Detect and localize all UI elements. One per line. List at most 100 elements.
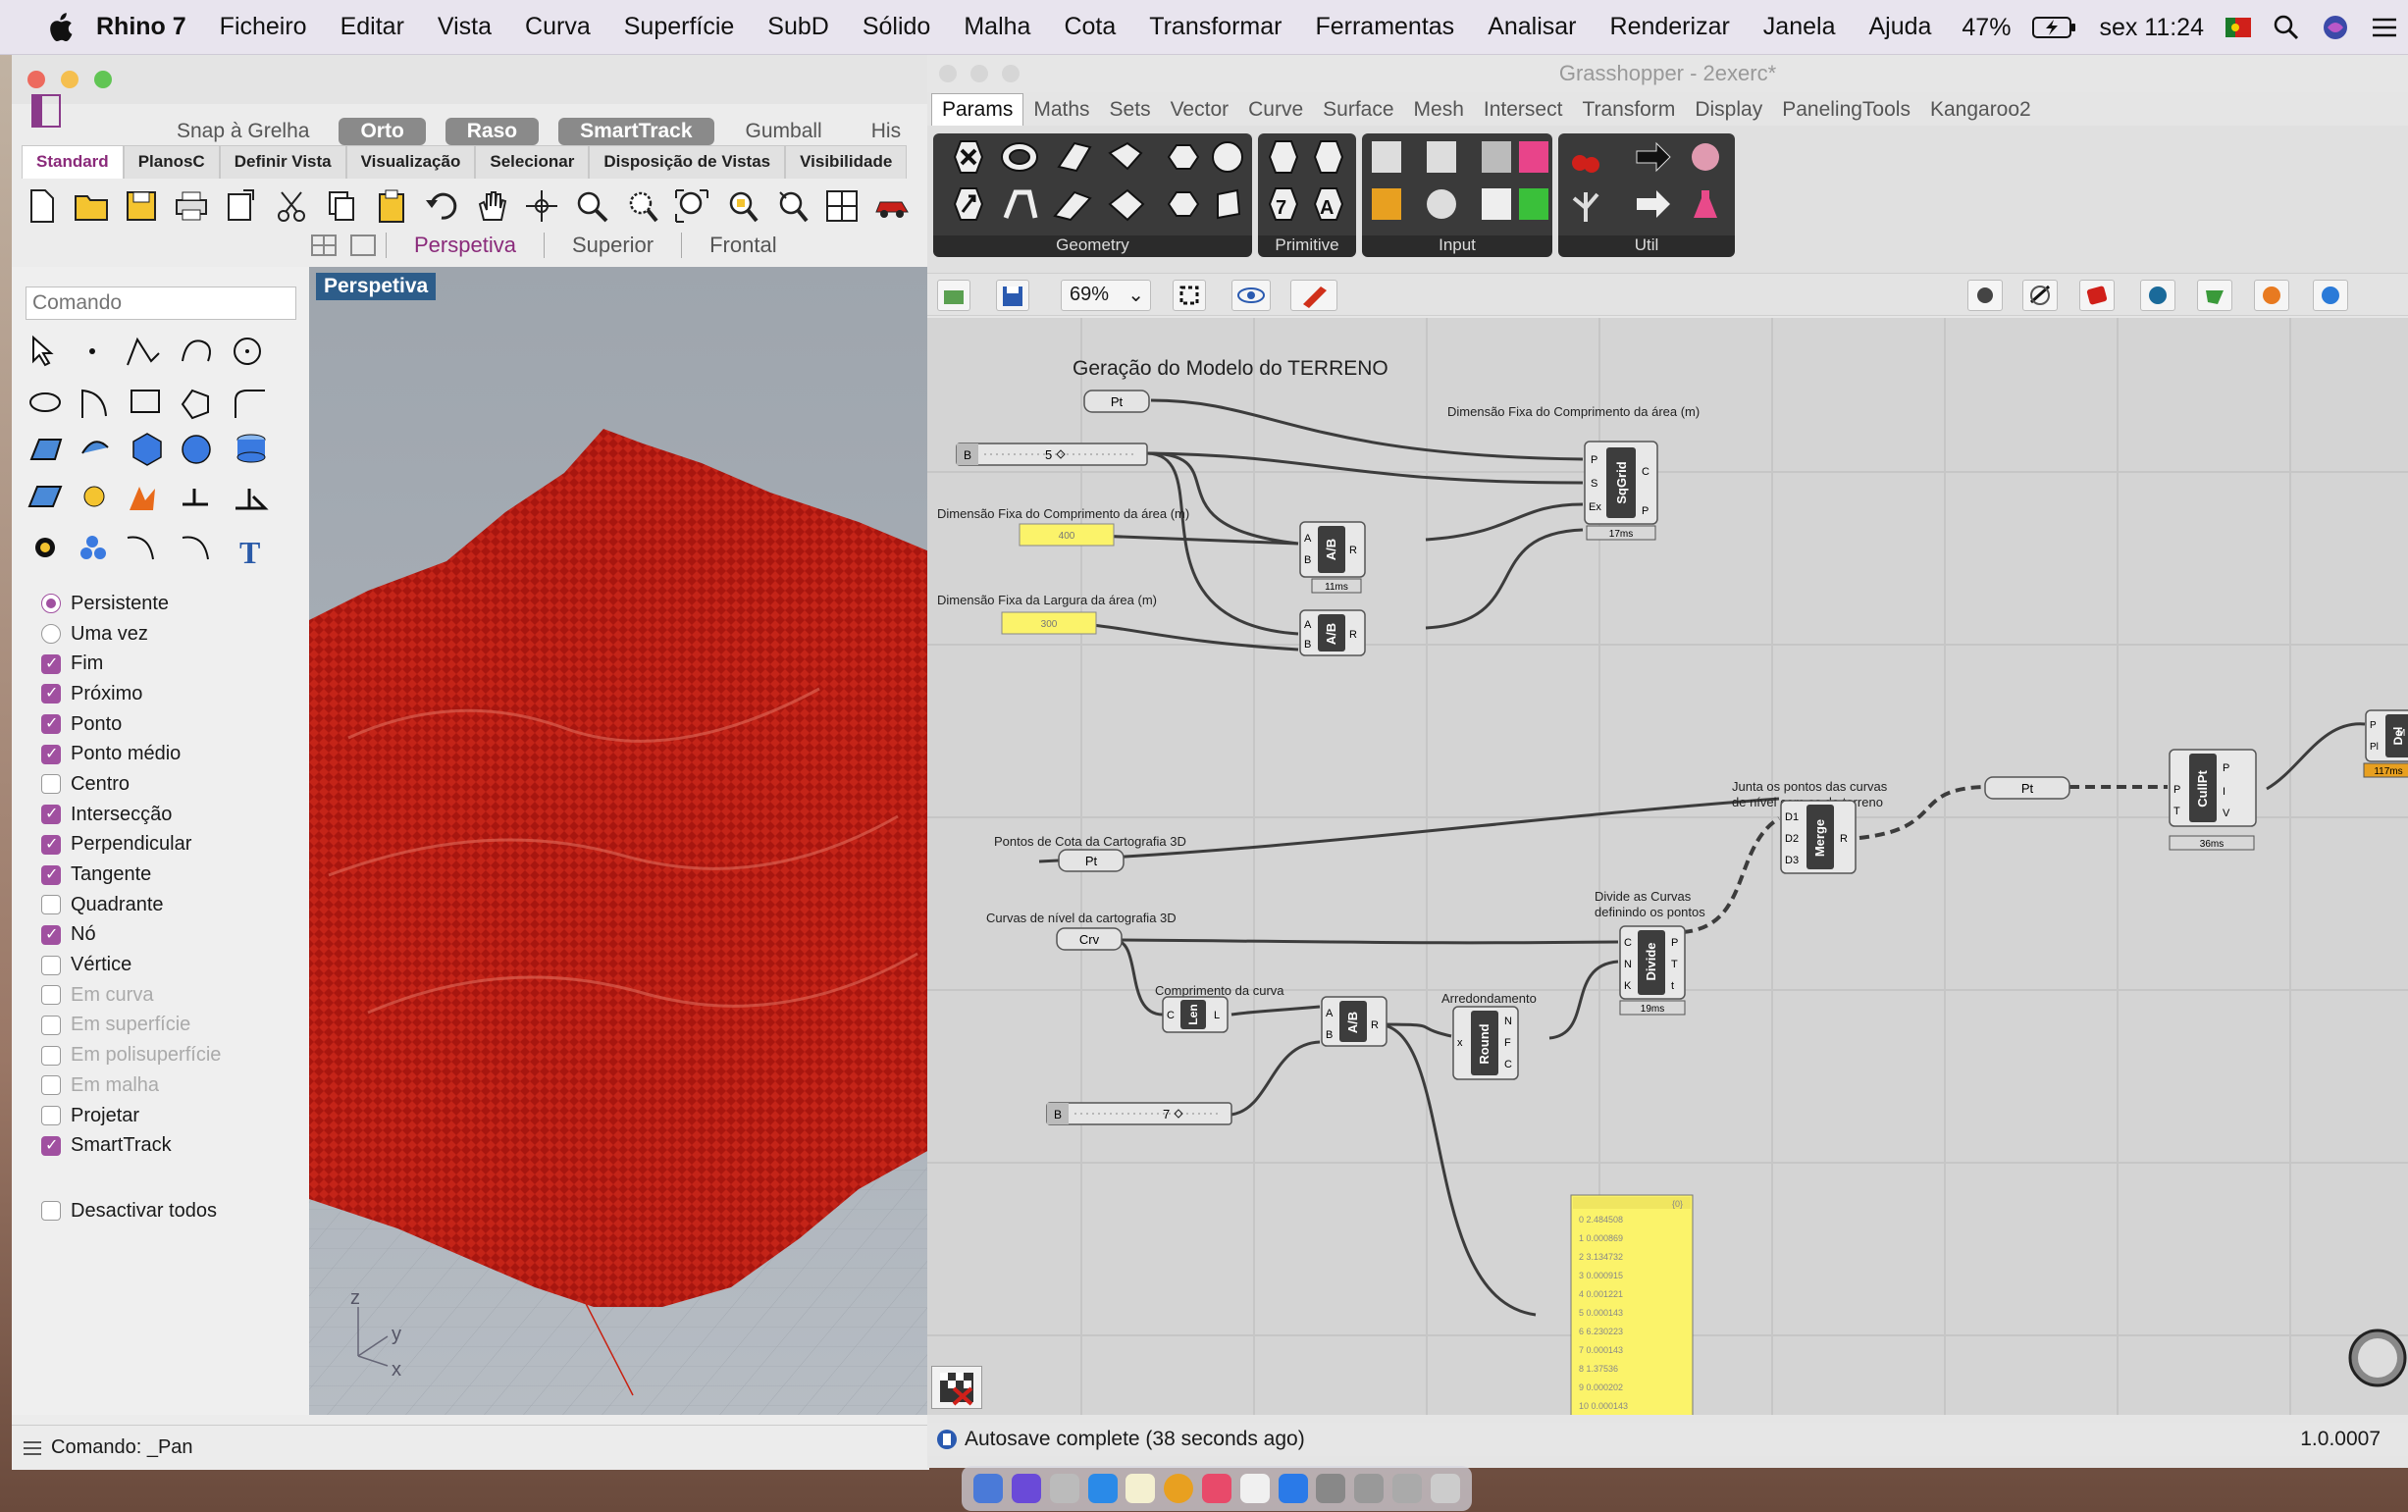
polygon-icon[interactable] bbox=[181, 389, 209, 420]
boolean-icon[interactable] bbox=[130, 487, 155, 510]
osnap-checkbox[interactable] bbox=[41, 804, 61, 825]
dock-chrome-icon[interactable] bbox=[1164, 1474, 1194, 1503]
history-toggle[interactable]: His bbox=[871, 120, 901, 143]
component-cullpt[interactable]: CullPt PT PIV 36ms bbox=[2169, 749, 2257, 851]
four-viewports-icon[interactable] bbox=[822, 186, 862, 226]
osnap-quadrante[interactable]: Quadrante bbox=[41, 890, 306, 920]
menu-curva[interactable]: Curva bbox=[508, 13, 607, 41]
preview-shaded-button[interactable] bbox=[2022, 280, 2058, 311]
component-merge[interactable]: Merge D1 D2 D3 R bbox=[1780, 800, 1857, 874]
properties-icon[interactable] bbox=[222, 186, 261, 226]
mesh-icon[interactable] bbox=[27, 486, 63, 507]
dock-settings-icon[interactable] bbox=[1316, 1474, 1346, 1503]
tab-visibilidade[interactable]: Visibilidade bbox=[785, 145, 908, 179]
minimize-window-button[interactable] bbox=[61, 71, 79, 88]
osnap-checkbox[interactable] bbox=[41, 1135, 61, 1156]
osnap-em-malha[interactable]: Em malha bbox=[41, 1070, 306, 1101]
analyze-icon[interactable] bbox=[35, 538, 55, 557]
osnap-checkbox[interactable] bbox=[41, 713, 61, 735]
zoom-dynamic-icon[interactable] bbox=[572, 186, 611, 226]
osnap-ponto[interactable]: Ponto bbox=[41, 709, 306, 740]
text-icon[interactable]: T bbox=[239, 535, 260, 570]
viewport-tab-perspetiva[interactable]: Perspetiva bbox=[386, 233, 544, 258]
siri-icon[interactable] bbox=[2322, 14, 2349, 41]
box-icon[interactable] bbox=[132, 433, 162, 466]
osnap-persistente[interactable]: Persistente bbox=[41, 589, 306, 619]
extrude-surface-icon[interactable] bbox=[81, 441, 109, 454]
menu-analisar[interactable]: Analisar bbox=[1471, 13, 1593, 41]
zoom-window-button[interactable] bbox=[94, 71, 112, 88]
component-divide[interactable]: Divide CNK PTt 19ms bbox=[1619, 925, 1686, 1016]
osnap-checkbox[interactable] bbox=[41, 955, 61, 975]
viewport-title[interactable]: Perspetiva bbox=[316, 273, 437, 300]
osnap-checkbox[interactable] bbox=[41, 1015, 61, 1035]
menu-transformar[interactable]: Transformar bbox=[1132, 13, 1298, 41]
gh-canvas[interactable]: Geração do Modelo do TERRENO Dimensão Fi… bbox=[927, 318, 2408, 1415]
render-preview-button[interactable] bbox=[2254, 280, 2289, 311]
print-icon[interactable] bbox=[172, 186, 211, 226]
preview-toggle-button[interactable] bbox=[1231, 280, 1271, 311]
tab-selecionar[interactable]: Selecionar bbox=[475, 145, 590, 179]
component-round[interactable]: Round x NFC bbox=[1452, 1006, 1519, 1080]
rotate-view-icon[interactable] bbox=[522, 186, 561, 226]
menu-ferramentas[interactable]: Ferramentas bbox=[1298, 13, 1471, 41]
menu-editar[interactable]: Editar bbox=[324, 13, 421, 41]
tab-display[interactable]: Display bbox=[1685, 94, 1772, 126]
document-preview-settings-button[interactable] bbox=[2140, 280, 2175, 311]
curve-icon[interactable] bbox=[182, 339, 211, 362]
component-sqgrid[interactable]: SqGrid PSExEy CP 17ms bbox=[1584, 441, 1658, 541]
osnap-nó[interactable]: Nó bbox=[41, 920, 306, 951]
group-icon[interactable] bbox=[80, 536, 106, 559]
snap-grid-toggle[interactable]: Snap à Grelha bbox=[177, 120, 309, 143]
copy-icon[interactable] bbox=[322, 186, 361, 226]
dock-downloads-icon[interactable] bbox=[1391, 1474, 1422, 1503]
tab-curve[interactable]: Curve bbox=[1238, 94, 1313, 126]
osnap-tangente[interactable]: Tangente bbox=[41, 860, 306, 890]
dock-music-icon[interactable] bbox=[1239, 1474, 1270, 1503]
menu-renderizar[interactable]: Renderizar bbox=[1594, 13, 1747, 41]
rectangle-icon[interactable] bbox=[131, 390, 160, 413]
polyline-icon[interactable] bbox=[127, 337, 160, 366]
dimension-icon[interactable] bbox=[236, 489, 269, 510]
osnap-checkbox[interactable] bbox=[41, 864, 61, 885]
tab-intersect[interactable]: Intersect bbox=[1474, 94, 1573, 126]
zoom-selected-icon[interactable] bbox=[722, 186, 761, 226]
osnap-checkbox[interactable] bbox=[41, 1106, 61, 1126]
tab-maths[interactable]: Maths bbox=[1023, 94, 1099, 126]
number-slider-1[interactable]: B 5 bbox=[956, 443, 1148, 466]
osnap-centro[interactable]: Centro bbox=[41, 769, 306, 800]
pt-param-top[interactable]: Pt bbox=[1083, 390, 1150, 413]
tab-planosc[interactable]: PlanosC bbox=[123, 145, 220, 179]
osnap-em-curva[interactable]: Em curva bbox=[41, 980, 306, 1011]
tab-surface[interactable]: Surface bbox=[1313, 94, 1403, 126]
osnap-checkbox[interactable] bbox=[41, 653, 61, 674]
curve-tools-icon[interactable] bbox=[127, 536, 154, 560]
osnap-fim[interactable]: Fim bbox=[41, 649, 306, 679]
circle-icon[interactable] bbox=[234, 338, 261, 365]
menu-solido[interactable]: Sólido bbox=[846, 13, 948, 41]
osnap-perpendicular[interactable]: Perpendicular bbox=[41, 830, 306, 860]
menu-ajuda[interactable]: Ajuda bbox=[1852, 13, 1948, 41]
osnap-em-superfície[interactable]: Em superfície bbox=[41, 1011, 306, 1041]
osnap-uma-vez[interactable]: Uma vez bbox=[41, 619, 306, 650]
osnap-checkbox[interactable] bbox=[41, 834, 61, 855]
component-ab-2[interactable]: A/B AB R bbox=[1299, 609, 1366, 656]
paste-icon[interactable] bbox=[372, 186, 411, 226]
undo-icon[interactable] bbox=[422, 186, 461, 226]
osnap-próximo[interactable]: Próximo bbox=[41, 679, 306, 709]
fillet-icon[interactable] bbox=[235, 390, 265, 418]
menu-malha[interactable]: Malha bbox=[947, 13, 1047, 41]
dock-rhino-icon[interactable] bbox=[1354, 1474, 1385, 1503]
transform-icon[interactable] bbox=[183, 489, 208, 506]
tab-mesh[interactable]: Mesh bbox=[1404, 94, 1474, 126]
tab-standard[interactable]: Standard bbox=[22, 145, 124, 179]
osnap-checkbox[interactable] bbox=[41, 683, 61, 704]
cut-icon[interactable] bbox=[272, 186, 311, 226]
gh-close-button[interactable] bbox=[939, 65, 957, 82]
gumball-toggle[interactable]: Gumball bbox=[746, 120, 822, 143]
viewport-layout-icon[interactable] bbox=[311, 235, 337, 256]
spotlight-search-icon[interactable] bbox=[2273, 14, 2300, 41]
curve-edit-icon[interactable] bbox=[182, 536, 209, 560]
menu-vista[interactable]: Vista bbox=[421, 13, 508, 41]
canvas-navigation-widget[interactable] bbox=[2348, 1329, 2407, 1387]
